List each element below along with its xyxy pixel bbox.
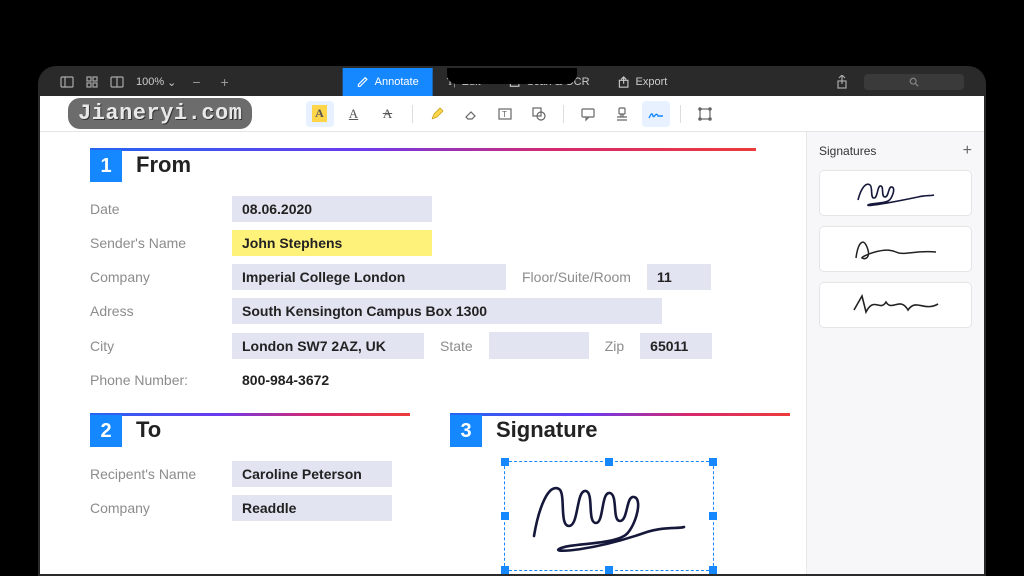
tab-label: Annotate <box>375 76 419 88</box>
resize-handle[interactable] <box>501 458 509 466</box>
field-label: Floor/Suite/Room <box>516 269 637 285</box>
text-box-tool[interactable]: T <box>491 101 519 127</box>
tab-label: Export <box>636 76 668 88</box>
resize-handle[interactable] <box>709 566 717 574</box>
signature-thumbnail[interactable] <box>819 282 972 328</box>
field-row: City London SW7 2AZ, UK State Zip 65011 <box>90 332 756 359</box>
section-rule <box>90 148 756 151</box>
field-label: Company <box>90 500 222 516</box>
resize-handle[interactable] <box>709 512 717 520</box>
shape-tool[interactable] <box>525 101 553 127</box>
share-icon[interactable] <box>836 75 848 89</box>
field-label: Company <box>90 269 222 285</box>
add-signature-button[interactable]: + <box>963 142 972 160</box>
company-field[interactable]: Imperial College London <box>232 264 506 290</box>
field-row: Sender's Name John Stephens <box>90 230 756 256</box>
tab-annotate[interactable]: Annotate <box>343 68 433 96</box>
marker-tool[interactable] <box>423 101 451 127</box>
resize-handle[interactable] <box>709 458 717 466</box>
document-canvas[interactable]: 1 From Date 08.06.2020 Sender's Name Joh… <box>40 132 806 574</box>
zoom-value: 100% <box>136 76 164 88</box>
thumbnail-view-icon[interactable] <box>86 76 98 88</box>
section-rule <box>450 413 790 416</box>
section-signature: 3 Signature <box>450 413 790 571</box>
field-label: Zip <box>599 338 630 354</box>
resize-handle[interactable] <box>501 566 509 574</box>
city-field[interactable]: London SW7 2AZ, UK <box>232 333 424 359</box>
field-row: Phone Number: 800-984-3672 <box>90 367 756 393</box>
date-field[interactable]: 08.06.2020 <box>232 196 432 222</box>
floor-field[interactable]: 11 <box>647 264 711 290</box>
field-row: Recipent's Name Caroline Peterson <box>90 461 410 487</box>
section-from: 1 From Date 08.06.2020 Sender's Name Joh… <box>90 148 756 393</box>
sender-name-field[interactable]: John Stephens <box>232 230 432 256</box>
field-label: Date <box>90 201 222 217</box>
section-number: 3 <box>450 415 482 447</box>
resize-handle[interactable] <box>605 566 613 574</box>
field-label: State <box>434 338 479 354</box>
field-label: Adress <box>90 303 222 319</box>
field-row: Company Imperial College London Floor/Su… <box>90 264 756 290</box>
watermark: Jianeryi.com <box>68 98 252 129</box>
field-label: Phone Number: <box>90 372 222 388</box>
state-field[interactable] <box>489 332 589 359</box>
signature-tool[interactable] <box>642 101 670 127</box>
section-number: 1 <box>90 150 122 182</box>
signature-thumbnail[interactable] <box>819 170 972 216</box>
panel-title: Signatures <box>819 144 876 158</box>
sidebar-toggle-icon[interactable] <box>60 76 74 88</box>
stamp-tool[interactable] <box>608 101 636 127</box>
selection-box[interactable] <box>504 461 714 571</box>
eraser-tool[interactable] <box>457 101 485 127</box>
search-input[interactable] <box>864 74 964 90</box>
zoom-out-button[interactable]: − <box>188 74 204 90</box>
select-tool[interactable] <box>691 101 719 127</box>
resize-handle[interactable] <box>501 512 509 520</box>
company2-field[interactable]: Readdle <box>232 495 392 521</box>
page-view-icon[interactable] <box>110 76 124 88</box>
section-title: Signature <box>496 417 597 443</box>
text-highlight-tool[interactable]: A <box>306 101 334 127</box>
note-tool[interactable] <box>574 101 602 127</box>
section-number: 2 <box>90 415 122 447</box>
text-strike-tool[interactable]: A <box>374 101 402 127</box>
signature-placement[interactable] <box>504 461 714 571</box>
address-field[interactable]: South Kensington Campus Box 1300 <box>232 298 662 324</box>
tab-export[interactable]: Export <box>604 68 682 96</box>
signature-thumbnail[interactable] <box>819 226 972 272</box>
field-label: Recipent's Name <box>90 466 222 482</box>
zoom-level[interactable]: 100% ⌄ <box>136 76 176 89</box>
resize-handle[interactable] <box>605 458 613 466</box>
zoom-in-button[interactable]: + <box>217 74 233 90</box>
signatures-panel: Signatures + <box>806 132 984 574</box>
field-label: City <box>90 338 222 354</box>
text-underline-tool[interactable]: A <box>340 101 368 127</box>
svg-text:T: T <box>502 110 507 119</box>
field-label: Sender's Name <box>90 235 222 251</box>
section-rule <box>90 413 410 416</box>
field-row: Company Readdle <box>90 495 410 521</box>
chevron-down-icon: ⌄ <box>167 76 176 89</box>
field-row: Adress South Kensington Campus Box 1300 <box>90 298 756 324</box>
section-to: 2 To Recipent's Name Caroline Peterson C… <box>90 413 410 521</box>
recipient-field[interactable]: Caroline Peterson <box>232 461 392 487</box>
field-row: Date 08.06.2020 <box>90 196 756 222</box>
section-title: From <box>136 152 191 178</box>
section-title: To <box>136 417 161 443</box>
zip-field[interactable]: 65011 <box>640 333 712 359</box>
phone-field[interactable]: 800-984-3672 <box>232 367 432 393</box>
